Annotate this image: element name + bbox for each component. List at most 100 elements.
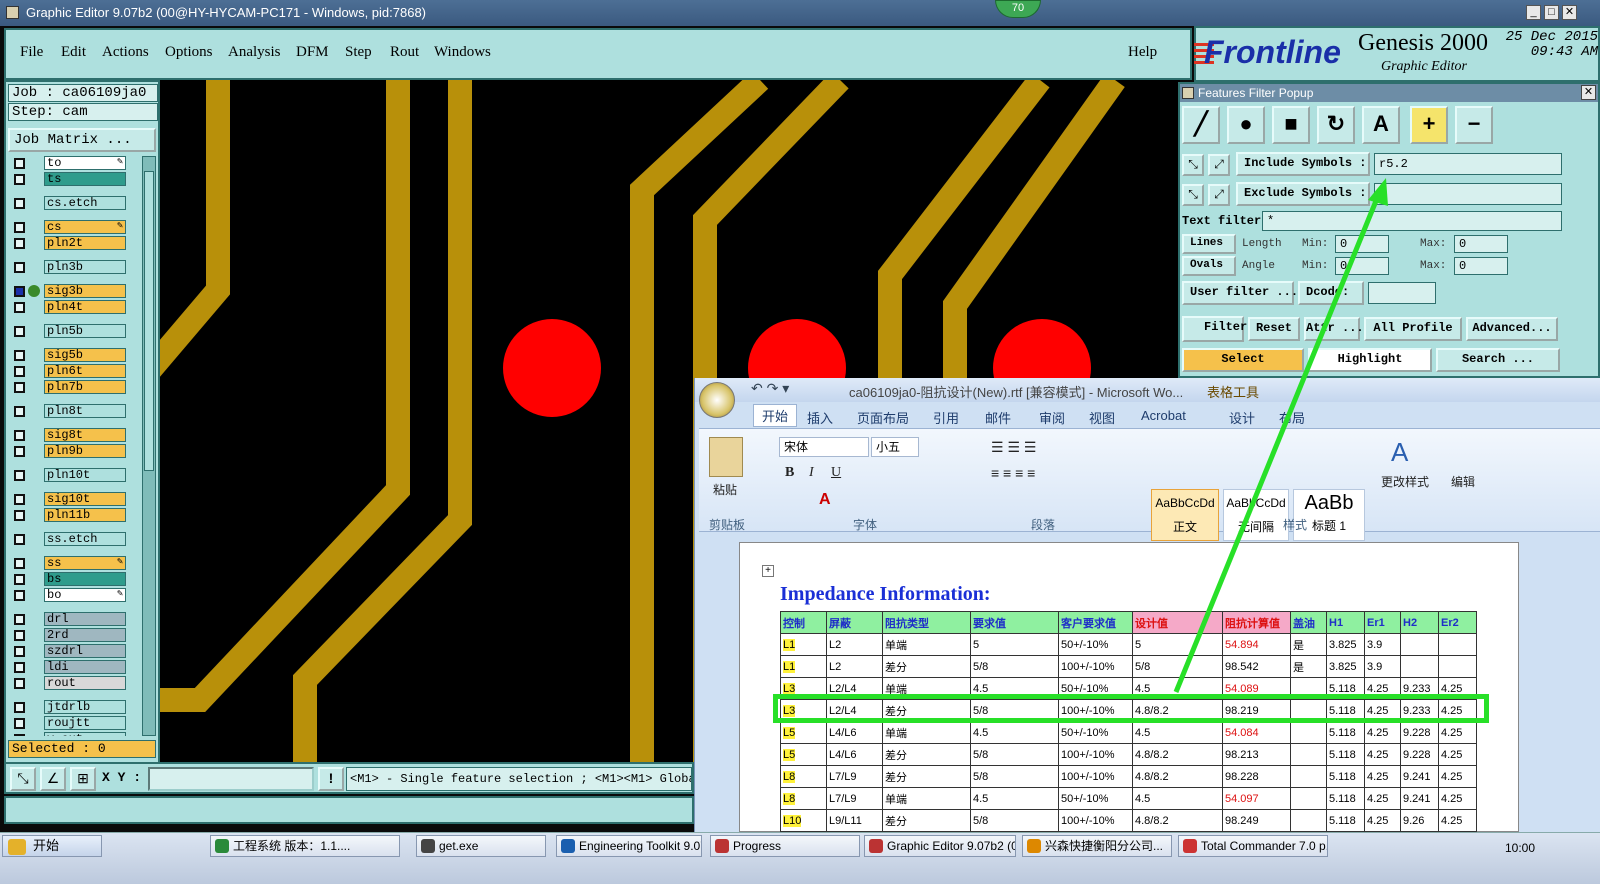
angle-max-input[interactable]: 0 xyxy=(1454,257,1508,275)
filter-toggle[interactable]: Filter xyxy=(1182,316,1247,342)
layer-name[interactable]: rout xyxy=(44,676,126,690)
align-icon[interactable]: ≡ ≡ ≡ ≡ xyxy=(991,465,1035,481)
table-move-icon[interactable]: + xyxy=(762,565,774,577)
ribbon-tab[interactable]: 视图 xyxy=(1089,408,1115,427)
table-cell[interactable]: 4.5 xyxy=(1132,721,1223,744)
highlight-button[interactable]: Highlight xyxy=(1308,348,1432,372)
table-cell[interactable]: 3.825 xyxy=(1326,655,1365,678)
bold-icon[interactable]: B xyxy=(785,465,794,481)
layer-name[interactable]: pln10t xyxy=(44,468,126,482)
surface-feature-icon[interactable]: ■ xyxy=(1272,106,1310,144)
layer-checkbox[interactable] xyxy=(14,446,25,457)
layer-checkbox[interactable] xyxy=(14,702,25,713)
layer-checkbox[interactable] xyxy=(14,646,25,657)
menu-step[interactable]: Step xyxy=(345,44,372,61)
table-cell[interactable]: 5.118 xyxy=(1326,787,1365,810)
office-button-icon[interactable] xyxy=(699,382,735,418)
layer-name[interactable]: ss ✎ xyxy=(44,556,126,570)
arc-feature-icon[interactable]: ↻ xyxy=(1317,106,1355,144)
taskbar-item[interactable]: 工程系统 版本：1.1.... xyxy=(210,835,400,857)
table-cell[interactable] xyxy=(1290,787,1327,810)
layer-checkbox[interactable] xyxy=(14,286,25,297)
table-cell[interactable]: 9.26 xyxy=(1400,809,1439,832)
taskbar-item[interactable]: Total Commander 7.0 p... xyxy=(1178,835,1328,857)
layer-checkbox[interactable] xyxy=(14,678,25,689)
layer-checkbox[interactable] xyxy=(14,630,25,641)
ovals-checkbox[interactable]: Ovals xyxy=(1182,256,1236,276)
layer-row[interactable]: sig5b xyxy=(8,348,138,363)
paste-button[interactable]: 粘贴 xyxy=(713,481,737,498)
menu-options[interactable]: Options xyxy=(165,44,213,61)
close-icon[interactable]: ✕ xyxy=(1562,5,1577,20)
layer-row[interactable]: pln8t xyxy=(8,404,138,419)
layer-checkbox[interactable] xyxy=(14,574,25,585)
table-cell[interactable]: 54.084 xyxy=(1222,721,1291,744)
layer-checkbox[interactable] xyxy=(14,470,25,481)
user-filter-button[interactable]: User filter ... xyxy=(1182,281,1298,305)
layer-name[interactable]: pln9b xyxy=(44,444,126,458)
search-button[interactable]: Search ... xyxy=(1436,348,1560,372)
layer-row[interactable]: sig10t xyxy=(8,492,138,507)
layer-row[interactable]: pln11b xyxy=(8,508,138,523)
layer-checkbox[interactable] xyxy=(14,734,25,736)
layer-checkbox[interactable] xyxy=(14,366,25,377)
table-cell[interactable] xyxy=(1438,655,1477,678)
advanced-button[interactable]: Advanced... xyxy=(1466,317,1558,341)
symbol-pick-icon[interactable]: ⤡ xyxy=(1182,154,1204,176)
table-cell[interactable]: L5 xyxy=(780,743,827,766)
menu-help[interactable]: Help xyxy=(1128,44,1157,61)
bullets-icon[interactable]: ☰ ☰ ☰ xyxy=(991,439,1036,456)
layer-checkbox[interactable] xyxy=(14,534,25,545)
menu-dfm[interactable]: DFM xyxy=(296,44,329,61)
dcode-input[interactable] xyxy=(1368,282,1436,304)
table-cell[interactable]: L7/L9 xyxy=(826,765,883,788)
layer-name[interactable]: bo ✎ xyxy=(44,588,126,602)
layer-checkbox[interactable] xyxy=(14,494,25,505)
symbol-pick2-icon[interactable]: ⤢ xyxy=(1208,154,1230,176)
table-cell[interactable]: 4.25 xyxy=(1438,721,1477,744)
layer-row[interactable]: pln6t xyxy=(8,364,138,379)
table-cell[interactable]: L1 xyxy=(780,633,827,656)
layer-name[interactable]: to ✎ xyxy=(44,156,126,170)
table-cell[interactable]: 5/8 xyxy=(970,809,1059,832)
layer-name[interactable]: pln11b xyxy=(44,508,126,522)
table-cell[interactable] xyxy=(1290,809,1327,832)
layer-row[interactable]: cs ✎ xyxy=(8,220,138,235)
reset-button[interactable]: Reset xyxy=(1248,317,1300,341)
layer-checkbox[interactable] xyxy=(14,382,25,393)
text-filter-input[interactable]: * xyxy=(1262,211,1562,231)
table-cell[interactable]: 5 xyxy=(970,633,1059,656)
layer-row[interactable]: pln10t xyxy=(8,468,138,483)
font-name-select[interactable]: 宋体 xyxy=(779,437,869,457)
table-cell[interactable]: 5/8 xyxy=(970,655,1059,678)
layer-row[interactable]: ss.etch xyxy=(8,532,138,547)
layer-row[interactable]: drl xyxy=(8,612,138,627)
layer-checkbox[interactable] xyxy=(14,510,25,521)
table-cell[interactable]: 3.9 xyxy=(1364,655,1401,678)
minimize-icon[interactable]: _ xyxy=(1526,5,1541,20)
style-no-spacing[interactable]: AaBbCcDd 无间隔 xyxy=(1223,489,1289,541)
table-cell[interactable]: 5/8 xyxy=(1132,655,1223,678)
layer-checkbox[interactable] xyxy=(14,326,25,337)
menu-file[interactable]: File xyxy=(20,44,43,61)
menu-actions[interactable]: Actions xyxy=(102,44,149,61)
table-cell[interactable]: 54.097 xyxy=(1222,787,1291,810)
zoom-window-icon[interactable]: ⤡ xyxy=(10,767,36,791)
layer-row[interactable]: bo ✎ xyxy=(8,588,138,603)
taskbar-item[interactable]: Progress xyxy=(710,835,860,857)
table-cell[interactable]: 4.25 xyxy=(1438,809,1477,832)
layer-name[interactable]: szdrl xyxy=(44,644,126,658)
layer-row[interactable]: szdrl xyxy=(8,644,138,659)
layer-name[interactable]: pln5b xyxy=(44,324,126,338)
table-cell[interactable]: L8 xyxy=(780,787,827,810)
table-cell[interactable]: 4.25 xyxy=(1438,743,1477,766)
symbol-pick2-icon[interactable]: ⤢ xyxy=(1208,184,1230,206)
underline-icon[interactable]: U xyxy=(831,465,841,481)
close-icon[interactable]: ✕ xyxy=(1581,85,1596,100)
table-cell[interactable]: 100+/-10% xyxy=(1058,809,1133,832)
layer-name[interactable]: v-cut xyxy=(44,732,126,736)
table-cell[interactable]: 5.118 xyxy=(1326,743,1365,766)
change-styles-icon[interactable]: A xyxy=(1391,437,1408,468)
ribbon-tab[interactable]: 设计 xyxy=(1229,408,1255,427)
layer-checkbox[interactable] xyxy=(14,662,25,673)
